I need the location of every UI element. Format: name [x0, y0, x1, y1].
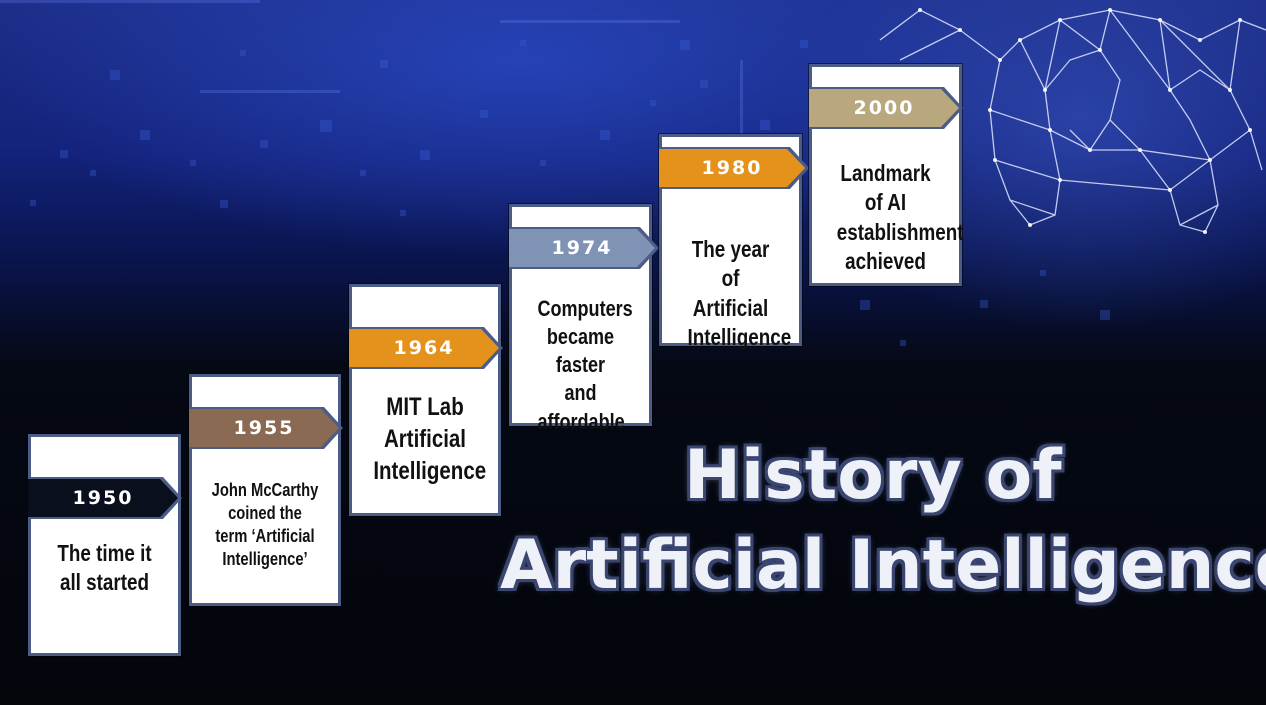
- milestone-card-1955: 1955 John McCarthy coined the term ‘Arti…: [189, 374, 341, 606]
- title-line-1: History of: [684, 436, 1062, 515]
- milestone-label-1964: MIT Lab Artificial Intelligence: [373, 393, 487, 485]
- slide: 1950 The time it all started 1955 John M…: [0, 0, 1266, 705]
- year-arrow-1964: 1964: [349, 329, 499, 367]
- year-arrow-1974: 1974: [509, 229, 655, 267]
- milestone-label-1974: Computers became faster and affordable: [537, 296, 633, 434]
- milestone-label-2000: Landmark of AI establishment achieved: [836, 160, 964, 275]
- milestone-card-1980: 1980 The year of Artificial Intelligence: [659, 134, 805, 350]
- year-arrow-1980: 1980: [659, 149, 805, 187]
- milestone-label-1980: The year of Artificial Intelligence: [687, 236, 792, 351]
- milestone-label-1950: The time it all started: [57, 540, 152, 596]
- year-arrow-1955: 1955: [189, 409, 339, 447]
- milestone-card-1950: 1950 The time it all started: [28, 434, 181, 656]
- milestone-card-2000: 2000 Landmark of AI establishment achiev…: [809, 64, 964, 286]
- milestone-card-1964: 1964 MIT Lab Artificial Intelligence: [349, 284, 501, 516]
- milestone-card-1974: 1974 Computers became faster and afforda…: [509, 204, 655, 434]
- title-line-2: Artificial Intelligence: [500, 526, 1266, 605]
- year-arrow-2000: 2000: [809, 89, 959, 127]
- milestone-label-1955: John McCarthy coined the term ‘Artificia…: [211, 480, 319, 570]
- year-arrow-1950: 1950: [28, 479, 178, 517]
